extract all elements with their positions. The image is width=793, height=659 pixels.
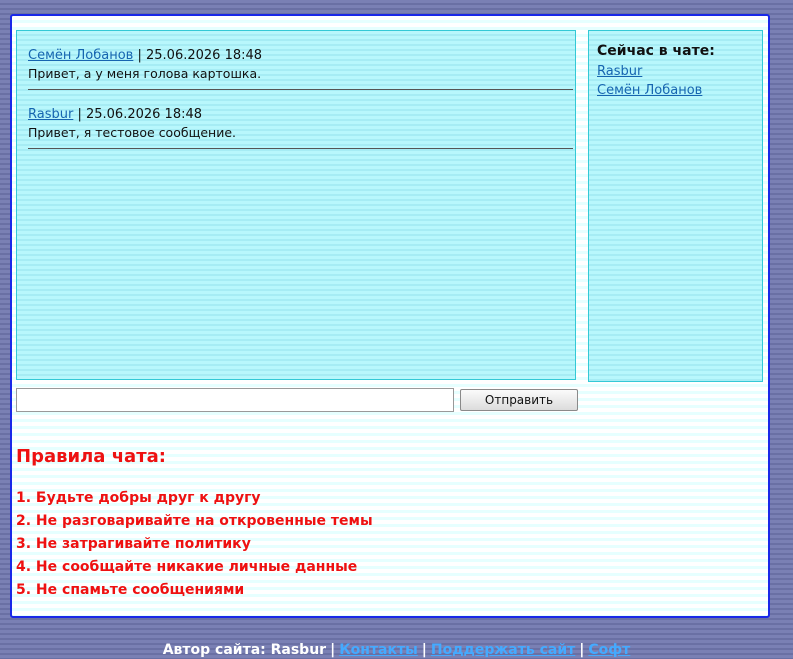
chat-message: Rasbur | 25.06.2026 18:48 Привет, я тест…	[28, 106, 573, 149]
message-header-separator: |	[73, 107, 86, 122]
footer-author-text: Автор сайта: Rasbur	[162, 642, 327, 658]
footer-link-soft[interactable]: Софт	[588, 642, 630, 658]
footer-link-support[interactable]: Поддержать сайт	[431, 642, 575, 658]
message-text: Привет, я тестовое сообщение.	[28, 125, 236, 140]
message-input[interactable]	[16, 388, 454, 412]
chat-message: Семён Лобанов | 25.06.2026 18:48 Привет,…	[28, 47, 573, 90]
online-users-title: Сейчас в чате:	[597, 43, 715, 59]
rule-item: 3. Не затрагивайте политику	[16, 536, 251, 552]
rule-item: 2. Не разговаривайте на откровенные темы	[16, 513, 373, 529]
chat-rules: Правила чата: 1. Будьте добры друг к дру…	[16, 446, 373, 602]
message-author-link[interactable]: Семён Лобанов	[28, 48, 133, 63]
message-header: Семён Лобанов | 25.06.2026 18:48	[28, 47, 573, 65]
send-button[interactable]: Отправить	[460, 389, 578, 411]
message-header: Rasbur | 25.06.2026 18:48	[28, 106, 573, 124]
message-datetime: 25.06.2026 18:48	[85, 107, 203, 122]
message-datetime: 25.06.2026 18:48	[146, 48, 263, 63]
online-user-link[interactable]: Семён Лобанов	[597, 81, 754, 100]
footer-separator: |	[579, 642, 585, 658]
footer-link-contacts[interactable]: Контакты	[339, 642, 418, 658]
site-footer: Автор сайта: Rasbur | Контакты | Поддержать …	[0, 642, 793, 658]
rule-item: 1. Будьте добры друг к другу	[16, 490, 261, 506]
message-author-link[interactable]: Rasbur	[28, 107, 73, 122]
rules-title: Правила чата:	[16, 446, 166, 467]
online-users-panel: Сейчас в чате: Rasbur Семён Лобанов	[588, 30, 763, 382]
rule-item: 5. Не спамьте сообщениями	[16, 582, 245, 598]
chat-messages-panel[interactable]: Семён Лобанов | 25.06.2026 18:48 Привет,…	[16, 30, 576, 380]
rule-item: 4. Не сообщайте никакие личные данные	[16, 559, 358, 575]
footer-separator: |	[330, 642, 336, 658]
message-text: Привет, а у меня голова картошка.	[28, 66, 262, 81]
message-header-separator: |	[133, 48, 146, 63]
online-user-link[interactable]: Rasbur	[597, 62, 754, 81]
page-container: Семён Лобанов | 25.06.2026 18:48 Привет,…	[10, 14, 770, 618]
footer-separator: |	[421, 642, 427, 658]
